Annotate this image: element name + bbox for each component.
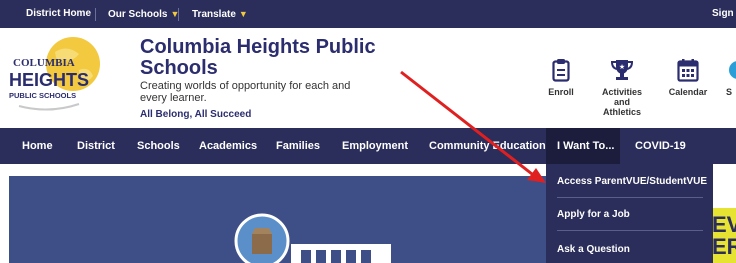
nav-home[interactable]: Home xyxy=(22,128,53,164)
divider xyxy=(557,197,703,198)
globe-icon xyxy=(729,61,736,79)
quick-link-label: Enroll xyxy=(548,87,574,97)
quick-link-calendar[interactable]: Calendar xyxy=(668,58,708,97)
translate-menu[interactable]: Translate ▼ xyxy=(180,0,260,28)
dropdown-item-apply-job[interactable]: Apply for a Job xyxy=(557,209,630,220)
quick-link-label: S xyxy=(726,87,733,97)
quick-link-label: Calendar xyxy=(668,87,708,97)
nav-community-education[interactable]: Community Education xyxy=(429,128,546,164)
hero-partial-text: EV ER xyxy=(712,212,736,259)
logo-line3: PUBLIC SCHOOLS xyxy=(9,91,76,100)
svg-text:★: ★ xyxy=(619,63,625,71)
utility-bar: District Home Our Schools ▼ Translate ▼ Si… xyxy=(0,0,736,28)
page-title[interactable]: Columbia Heights Public Schools xyxy=(140,37,400,79)
calendar-icon xyxy=(677,59,699,82)
nav-i-want-to[interactable]: I Want To... xyxy=(546,128,620,164)
i-want-to-dropdown: Access ParentVUE/StudentVUE Apply for a … xyxy=(546,164,713,263)
lunch-bag-illustration xyxy=(234,213,391,263)
nav-schools[interactable]: Schools xyxy=(137,128,180,164)
divider xyxy=(178,8,179,21)
main-nav: Home District Schools Academics Families… xyxy=(0,128,736,164)
hero-image xyxy=(9,176,546,263)
district-home-link[interactable]: District Home xyxy=(14,0,103,28)
divider xyxy=(557,230,703,231)
trophy-icon: ★ xyxy=(610,60,634,80)
our-schools-label: Our Schools xyxy=(108,9,168,20)
district-logo[interactable]: COLUMBIA HEIGHTS PUBLIC SCHOOLS xyxy=(5,32,123,120)
tagline: Creating worlds of opportunity for each … xyxy=(140,80,351,104)
chevron-down-icon: ▼ xyxy=(238,9,248,19)
logo-line2: HEIGHTS xyxy=(9,70,89,90)
sign-in-link[interactable]: Sign xyxy=(706,0,736,28)
nav-district[interactable]: District xyxy=(77,128,115,164)
motto: All Belong, All Succeed xyxy=(140,109,252,120)
hero-yellow-panel: EV ER xyxy=(710,208,736,263)
nav-covid-19[interactable]: COVID-19 xyxy=(635,128,686,164)
quick-link-activities[interactable]: ★ Activities and Athletics xyxy=(597,58,647,117)
translate-label: Translate xyxy=(192,9,236,20)
dropdown-item-parentvue[interactable]: Access ParentVUE/StudentVUE xyxy=(557,176,707,187)
quick-link-partial[interactable]: S xyxy=(726,58,736,97)
site-header: COLUMBIA HEIGHTS PUBLIC SCHOOLS Columbia… xyxy=(0,28,736,127)
clipboard-icon xyxy=(552,59,570,82)
quick-link-enroll[interactable]: Enroll xyxy=(546,58,576,97)
dropdown-item-ask-question[interactable]: Ask a Question xyxy=(557,244,630,255)
nav-employment[interactable]: Employment xyxy=(342,128,408,164)
quick-link-label: Activities and Athletics xyxy=(601,87,643,117)
logo-line1: COLUMBIA xyxy=(13,57,75,69)
nav-academics[interactable]: Academics xyxy=(199,128,257,164)
nav-families[interactable]: Families xyxy=(276,128,320,164)
